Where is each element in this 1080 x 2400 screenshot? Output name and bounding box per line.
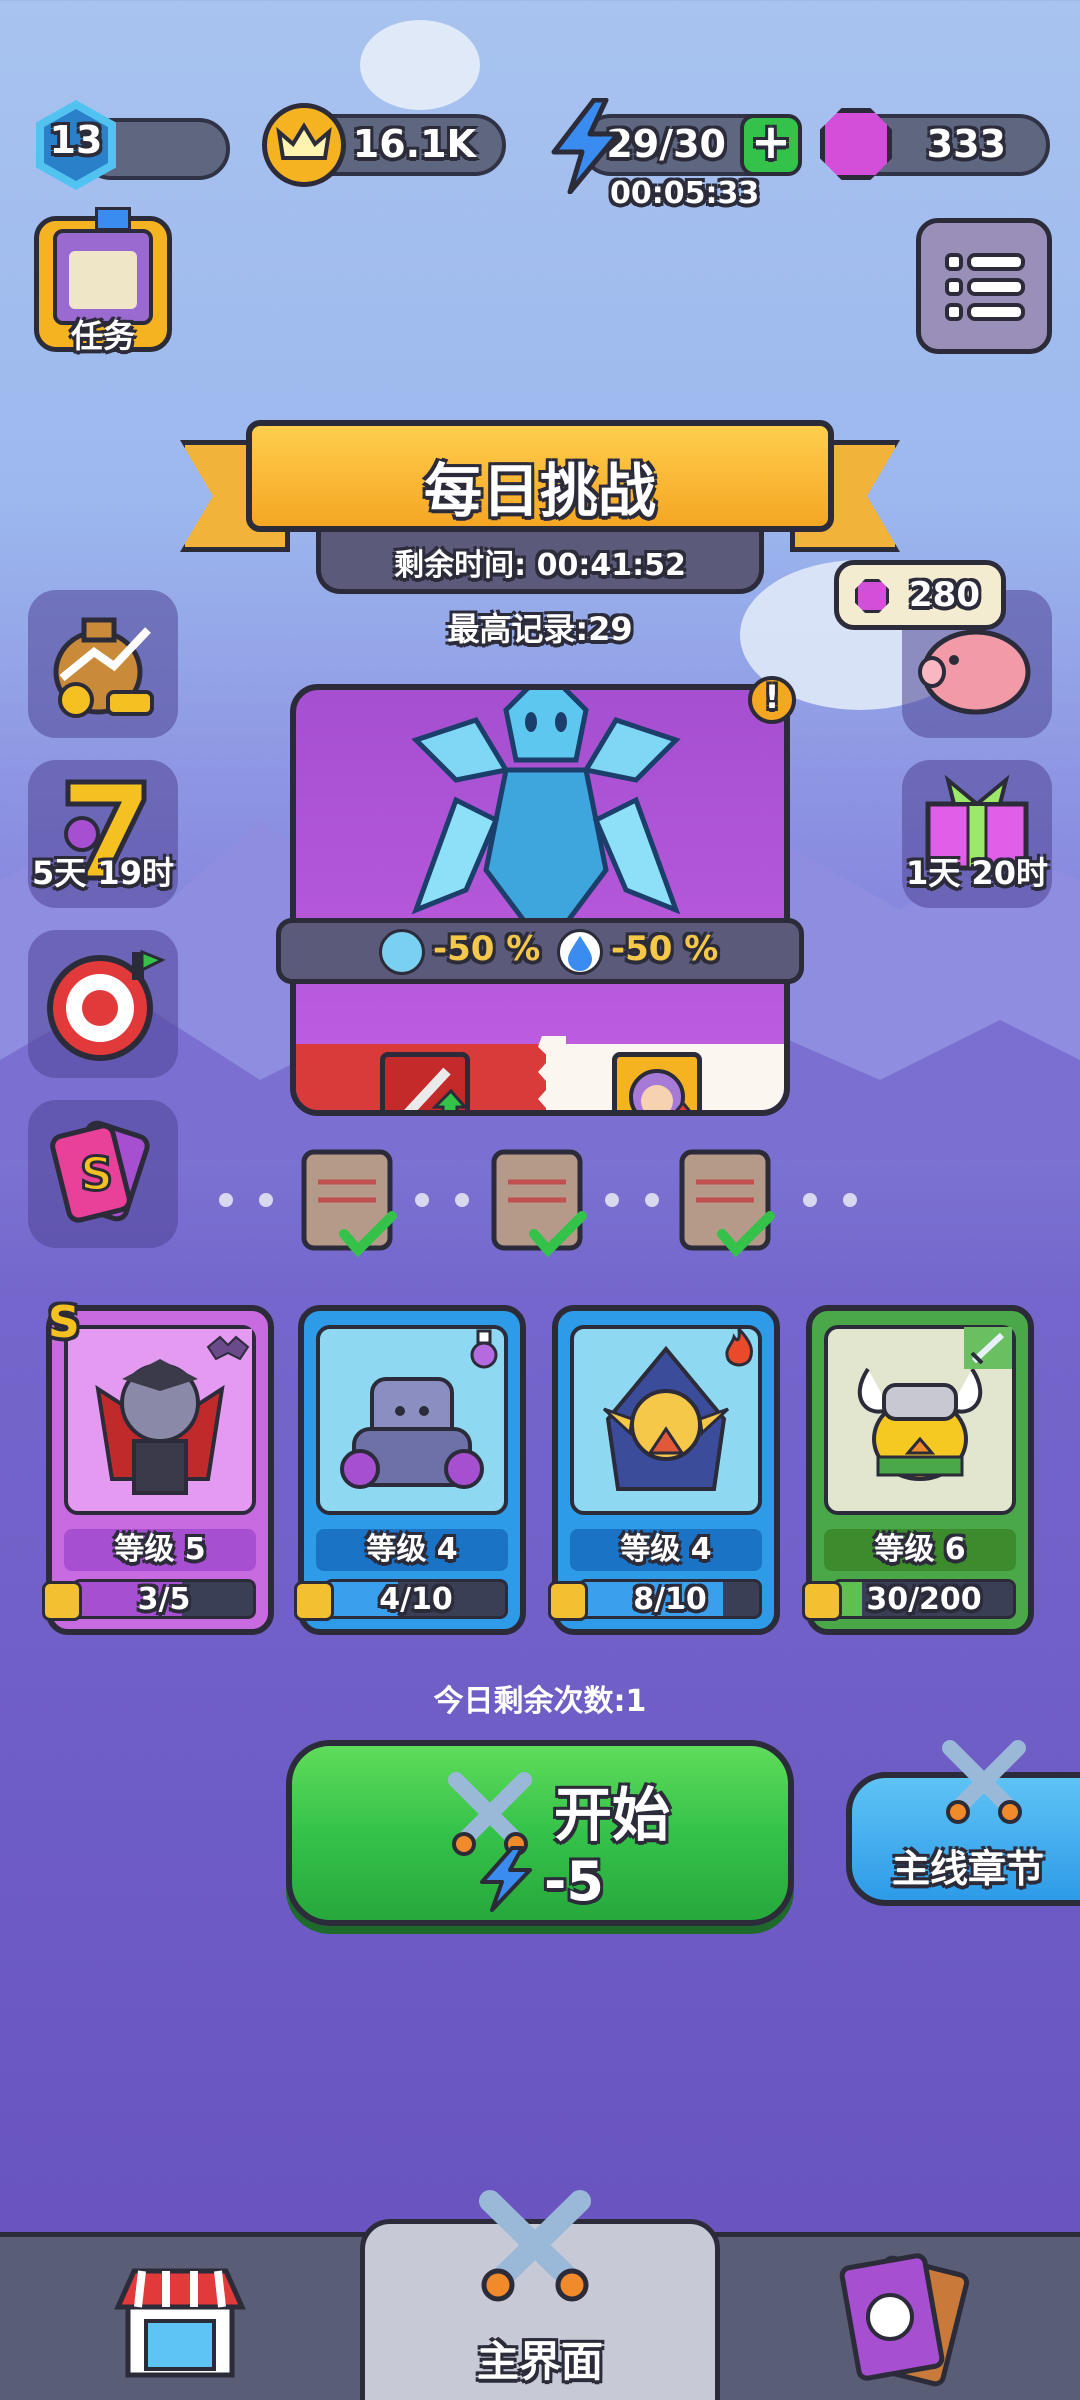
hero-shard-count: 8/10: [633, 1582, 707, 1617]
s-card-button[interactable]: S: [28, 1100, 178, 1248]
bat-class-icon: [204, 1329, 252, 1369]
nav-heroes[interactable]: [820, 2251, 980, 2391]
best-record: 最高记录:29: [447, 610, 633, 648]
svg-text:S: S: [80, 1147, 113, 1201]
gift-timer: 1天 20时: [906, 854, 1048, 892]
alert-icon[interactable]: !: [748, 676, 796, 724]
crown-icon: [95, 207, 131, 231]
hero-shard-progress: 30/200: [832, 1579, 1016, 1619]
gold-value: 16.1K: [352, 122, 476, 166]
tasks-button[interactable]: 任务: [34, 207, 172, 355]
gem-icon: [855, 579, 889, 613]
ice-golem-boss: [411, 690, 681, 950]
level-value: 13: [49, 118, 103, 162]
remaining-time: 剩余时间: 00:41:52: [394, 548, 686, 583]
puzzle-piece-icon: [294, 1581, 334, 1621]
plus-icon: +: [750, 114, 792, 170]
water-drop-icon: [557, 929, 603, 975]
target-stopwatch-icon: [47, 949, 166, 1061]
lucky-seven-button[interactable]: 5天 19时: [28, 760, 178, 908]
main-chapter-label: 主线章节: [892, 1847, 1045, 1891]
boss-card[interactable]: [290, 684, 790, 1116]
reward-scroll-3-icon[interactable]: [674, 1138, 784, 1268]
piggy-gem-bubble: 280: [834, 560, 1006, 630]
piggy-bank-icon: [918, 629, 1031, 715]
sword-class-icon: [964, 1327, 1012, 1369]
speed-target-button[interactable]: [28, 930, 178, 1078]
event-timer: 5天 19时: [32, 854, 174, 892]
puzzle-piece-icon: [42, 1581, 82, 1621]
treasure-button[interactable]: [28, 590, 178, 738]
start-energy-cost: -5: [544, 1850, 604, 1913]
resist-bat-value: -50 %: [433, 929, 541, 969]
nav-shop[interactable]: [100, 2257, 260, 2387]
list-icon: [945, 253, 1025, 321]
puzzle-piece-icon: [548, 1581, 588, 1621]
add-energy-button[interactable]: +: [740, 114, 802, 176]
hero-portrait-icon: [612, 1052, 702, 1110]
piggy-gem-value: 280: [909, 575, 980, 615]
start-button[interactable]: 开始 -5: [286, 1740, 794, 1926]
reward-scroll-2-icon[interactable]: [486, 1138, 596, 1268]
hero-level: 等级 6: [824, 1529, 1016, 1571]
hero-shard-progress: 3/5: [72, 1579, 256, 1619]
hero-cards-icon: [839, 2253, 970, 2387]
attack-bonus-panel: [296, 1044, 546, 1110]
energy-timer: 00:05:33: [610, 176, 760, 211]
hero-shard-count: 3/5: [137, 1582, 191, 1617]
puzzle-piece-icon: [802, 1581, 842, 1621]
hero-card-goblin-mage[interactable]: 等级 4 8/10: [548, 1305, 780, 1635]
hero-card-vampire[interactable]: 等级 5 3/5 S: [42, 1297, 274, 1635]
start-label: 开始: [554, 1781, 671, 1849]
nav-home-label: 主界面: [476, 2337, 603, 2386]
tasks-label: 任务: [70, 317, 135, 355]
hero-shard-count: 4/10: [379, 1582, 453, 1617]
energy-value: 29/30: [606, 122, 726, 166]
resistance-bar: -50 % -50 %: [276, 918, 804, 984]
potion-class-icon: [466, 1329, 502, 1369]
fire-class-icon: [720, 1324, 758, 1369]
daily-challenge-banner: 每日挑战: [246, 420, 834, 532]
background-cloud: [360, 20, 480, 110]
bottom-nav: 主界面: [0, 2190, 1080, 2400]
sword-up-icon: [380, 1052, 470, 1110]
menu-button[interactable]: [916, 218, 1052, 354]
money-bag-icon: [53, 617, 154, 718]
hero-card-robot[interactable]: 等级 4 4/10: [294, 1305, 526, 1635]
hero-level: 等级 4: [316, 1529, 508, 1571]
remaining-time-box: 剩余时间: 00:41:52: [316, 532, 764, 594]
hero-level: 等级 4: [570, 1529, 762, 1571]
s-card-icon: S: [50, 1120, 150, 1223]
rank-s-badge: S: [48, 1297, 80, 1348]
gold-crown-icon: [262, 103, 346, 187]
gem-value: 333: [926, 122, 1006, 166]
reward-scroll-1-icon[interactable]: [296, 1138, 406, 1268]
crossed-swords-icon: [942, 1740, 1026, 1824]
hero-shard-count: 30/200: [866, 1582, 982, 1617]
resist-water-value: -50 %: [611, 929, 719, 969]
challenge-title: 每日挑战: [423, 457, 656, 525]
hero-card-valkyrie-chick[interactable]: 等级 6 30/200: [802, 1305, 1034, 1635]
hero-shard-progress: 4/10: [324, 1579, 508, 1619]
shop-icon: [114, 2268, 246, 2378]
attempts-left: 今日剩余次数:1: [433, 1684, 647, 1719]
hero-shard-progress: 8/10: [578, 1579, 762, 1619]
crossed-swords-icon: [479, 2190, 591, 2302]
enemy-bonus-panel: [546, 1044, 784, 1110]
gift-button[interactable]: 1天 20时: [902, 760, 1052, 908]
energy-bolt-icon: [480, 1846, 532, 1912]
hero-level: 等级 5: [64, 1529, 256, 1571]
bat-icon: [379, 929, 425, 975]
